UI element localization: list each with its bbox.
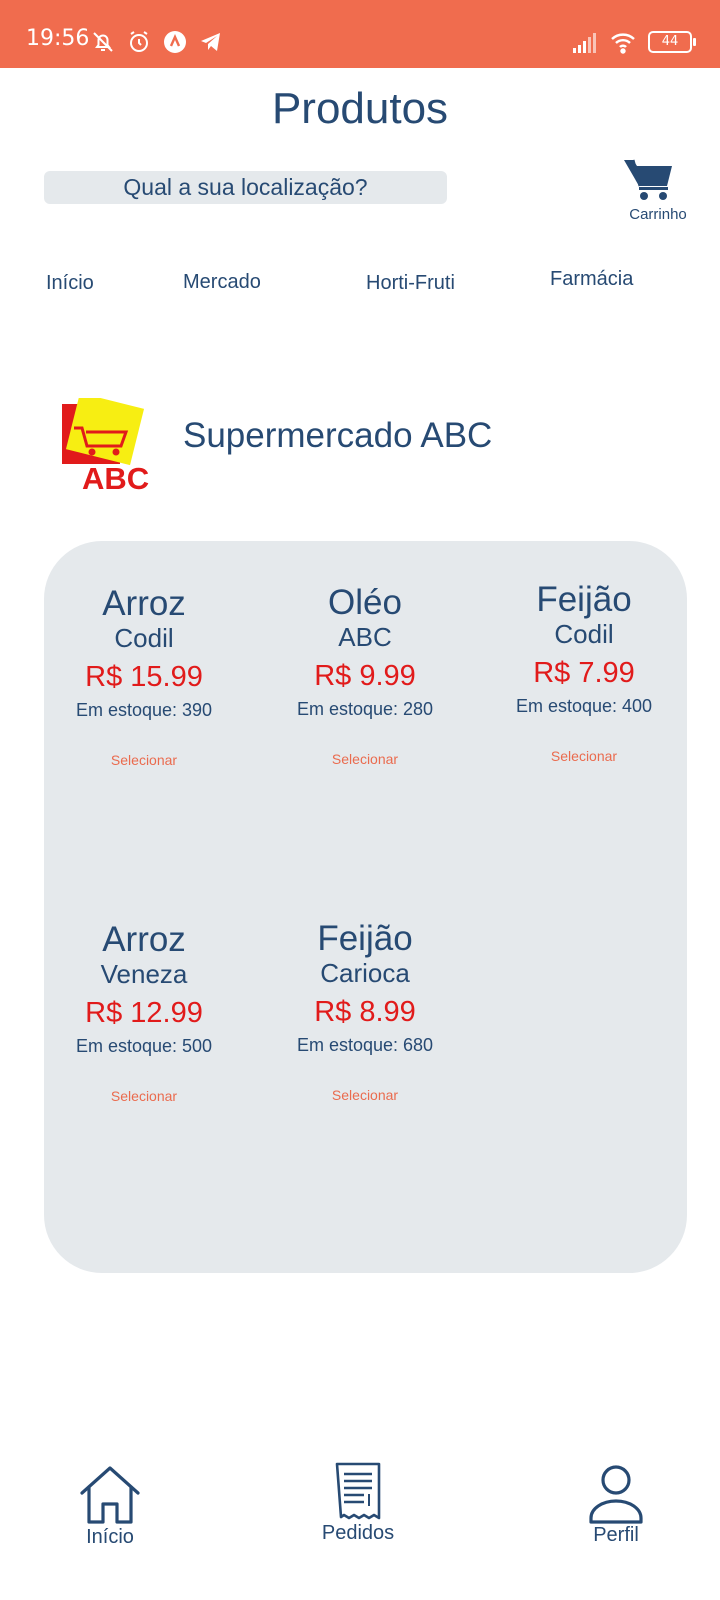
store-logo-text: ABC xyxy=(82,461,149,494)
product-name: Feijão xyxy=(536,580,632,619)
tab-horti-fruti[interactable]: Horti-Fruti xyxy=(366,272,455,295)
page-title: Produtos xyxy=(271,84,449,133)
store-logo: ABC xyxy=(62,398,149,494)
nav-label: Pedidos xyxy=(321,1522,395,1544)
select-button[interactable]: Selecionar xyxy=(44,752,244,768)
product-card: Feijão Codil R$ 7.99 Em estoque: 400 Sel… xyxy=(484,580,684,765)
product-card: Feijão Carioca R$ 8.99 Em estoque: 680 S… xyxy=(265,919,465,1104)
tab-inicio[interactable]: Início xyxy=(46,272,94,295)
nav-inicio[interactable]: Início xyxy=(50,1464,170,1549)
select-button[interactable]: Selecionar xyxy=(44,1088,244,1104)
battery-icon: 44 xyxy=(648,31,696,53)
product-stock: Em estoque: 500 xyxy=(75,1036,213,1056)
cart-label: Carrinho xyxy=(629,206,687,223)
product-stock: Em estoque: 400 xyxy=(515,696,653,716)
product-stock: Em estoque: 680 xyxy=(296,1035,434,1055)
nav-label: Perfil xyxy=(593,1524,639,1546)
status-icons-left xyxy=(90,30,224,54)
app-a-icon xyxy=(164,31,186,53)
telegram-icon xyxy=(201,33,220,51)
product-price: R$ 8.99 xyxy=(314,996,416,1028)
receipt-icon xyxy=(335,1462,381,1520)
product-name: Feijão xyxy=(317,919,413,958)
status-time: 19:56 xyxy=(26,26,90,51)
product-price: R$ 12.99 xyxy=(85,997,203,1029)
nav-label: Início xyxy=(86,1526,134,1548)
cart-icon xyxy=(624,159,672,200)
product-card: Arroz Veneza R$ 12.99 Em estoque: 500 Se… xyxy=(44,920,244,1105)
select-button[interactable]: Selecionar xyxy=(265,1087,465,1103)
status-bar: 19:56 44 xyxy=(0,0,720,68)
product-brand: Carioca xyxy=(320,958,410,988)
tab-farmacia[interactable]: Farmácia xyxy=(550,268,633,291)
signal-icon xyxy=(573,33,596,53)
home-icon xyxy=(80,1466,140,1524)
product-stock: Em estoque: 390 xyxy=(75,700,213,720)
nav-pedidos[interactable]: Pedidos xyxy=(298,1462,418,1545)
cart-button[interactable]: Carrinho xyxy=(610,156,706,226)
product-stock: Em estoque: 280 xyxy=(296,699,434,719)
tab-mercado[interactable]: Mercado xyxy=(183,271,261,294)
product-card: Arroz Codil R$ 15.99 Em estoque: 390 Sel… xyxy=(44,584,244,769)
product-price: R$ 9.99 xyxy=(314,660,416,692)
nav-perfil[interactable]: Perfil xyxy=(556,1464,676,1547)
product-name: Oléo xyxy=(328,583,402,622)
product-card: Oléo ABC R$ 9.99 Em estoque: 280 Selecio… xyxy=(265,583,465,768)
alarm-icon xyxy=(130,31,148,52)
product-price: R$ 15.99 xyxy=(85,661,203,693)
product-brand: Codil xyxy=(114,623,174,653)
product-price: R$ 7.99 xyxy=(533,657,635,689)
product-brand: Codil xyxy=(554,619,614,649)
select-button[interactable]: Selecionar xyxy=(265,751,465,767)
product-brand: Veneza xyxy=(100,959,188,989)
bottom-nav: Início Pedidos Perfil xyxy=(0,1450,720,1600)
store-name: Supermercado ABC xyxy=(183,416,493,455)
wifi-icon xyxy=(611,33,635,54)
location-input[interactable]: Qual a sua localização? xyxy=(44,171,447,204)
bell-off-icon xyxy=(93,32,113,52)
user-icon xyxy=(589,1465,643,1524)
product-brand: ABC xyxy=(338,622,392,652)
battery-level: 44 xyxy=(661,34,679,49)
product-name: Arroz xyxy=(102,920,186,959)
product-name: Arroz xyxy=(102,584,186,623)
status-icons-right: 44 xyxy=(572,30,696,54)
select-button[interactable]: Selecionar xyxy=(484,748,684,764)
